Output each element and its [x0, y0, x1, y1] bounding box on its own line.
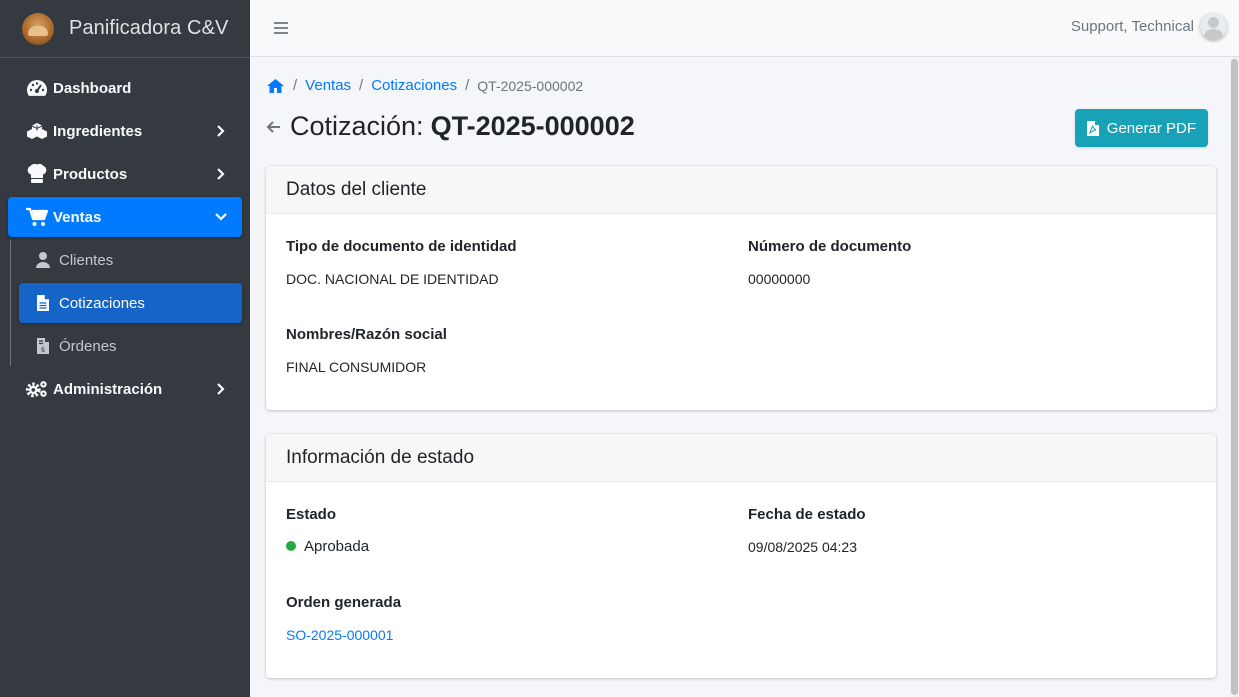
doc-number-value: 00000000	[748, 271, 811, 287]
status-label: Estado	[286, 506, 337, 523]
sidebar-item-label: Administración	[53, 380, 163, 398]
invoice-icon: $	[31, 336, 55, 356]
svg-text:$: $	[41, 346, 45, 354]
card-title: Información de estado	[266, 434, 1216, 482]
generate-pdf-label: Generar PDF	[1106, 119, 1196, 137]
page-title-code: QT-2025-000002	[430, 111, 635, 141]
top-navbar: Support, Technical	[250, 0, 1239, 57]
chef-hat-icon	[25, 164, 49, 184]
breadcrumb: / Ventas / Cotizaciones / QT-2025-000002	[266, 77, 583, 94]
chevron-right-icon	[217, 125, 225, 137]
generate-pdf-button[interactable]: Generar PDF	[1074, 109, 1208, 147]
sidebar: Panificadora C&V Dashboard Ingredientes …	[0, 0, 250, 697]
file-pdf-icon	[1086, 120, 1099, 136]
user-icon	[31, 250, 55, 270]
client-data-card: Datos del cliente Tipo de documento de i…	[266, 166, 1216, 410]
chevron-down-icon	[215, 213, 227, 221]
client-name-value: FINAL CONSUMIDOR	[286, 359, 427, 375]
avatar	[1200, 13, 1227, 40]
doc-type-value: DOC. NACIONAL DE IDENTIDAD	[286, 271, 499, 287]
breadcrumb-cotizaciones[interactable]: Cotizaciones	[371, 77, 457, 94]
cogs-icon	[25, 379, 49, 399]
sidebar-submenu-ventas: Clientes Cotizaciones $ Órdenes	[10, 240, 242, 366]
sidebar-item-administracion[interactable]: Administración	[8, 369, 242, 409]
page-title: Cotización: QT-2025-000002	[266, 111, 635, 142]
sidebar-item-cotizaciones[interactable]: Cotizaciones	[19, 283, 242, 323]
scrollbar-thumb[interactable]	[1231, 59, 1238, 695]
client-name-label: Nombres/Razón social	[286, 326, 447, 343]
cart-icon	[25, 207, 49, 227]
generated-order-link[interactable]: SO-2025-000001	[286, 627, 393, 643]
sidebar-item-dashboard[interactable]: Dashboard	[8, 68, 242, 108]
status-info-card: Información de estado Estado Aprobada Fe…	[266, 434, 1216, 678]
sidebar-item-label: Ventas	[53, 208, 102, 226]
status-badge: Aprobada	[304, 538, 370, 555]
sidebar-item-label: Cotizaciones	[59, 294, 145, 312]
chevron-right-icon	[217, 168, 225, 180]
breadcrumb-separator: /	[359, 77, 364, 94]
sidebar-item-label: Productos	[53, 165, 128, 183]
status-date-value: 09/08/2025 04:23	[748, 539, 857, 555]
sidebar-item-label: Clientes	[59, 251, 114, 269]
page-title-prefix: Cotización:	[290, 111, 424, 141]
back-arrow-icon[interactable]	[266, 119, 282, 135]
status-dot-icon	[286, 541, 296, 551]
breadcrumb-current: QT-2025-000002	[477, 77, 584, 94]
sidebar-item-ingredientes[interactable]: Ingredientes	[8, 111, 242, 151]
brand-logo	[22, 12, 54, 45]
sidebar-item-label: Dashboard	[53, 79, 132, 97]
sidebar-item-clientes[interactable]: Clientes	[19, 240, 242, 280]
user-name: Support, Technical	[1070, 18, 1194, 35]
card-title: Datos del cliente	[266, 166, 1216, 214]
cubes-icon	[25, 121, 49, 141]
brand-name: Panificadora C&V	[69, 17, 229, 39]
breadcrumb-separator: /	[465, 77, 470, 94]
sidebar-nav: Dashboard Ingredientes Productos Ventas	[0, 58, 250, 409]
doc-type-label: Tipo de documento de identidad	[286, 238, 517, 255]
vertical-scrollbar[interactable]	[1230, 57, 1239, 697]
breadcrumb-ventas[interactable]: Ventas	[305, 77, 351, 94]
dashboard-icon	[25, 78, 49, 98]
sidebar-item-productos[interactable]: Productos	[8, 154, 242, 194]
status-date-label: Fecha de estado	[748, 506, 866, 523]
sidebar-item-label: Órdenes	[59, 337, 117, 355]
doc-number-label: Número de documento	[748, 238, 912, 255]
home-icon[interactable]	[266, 78, 285, 94]
sidebar-item-ventas[interactable]: Ventas	[8, 197, 242, 237]
breadcrumb-separator: /	[293, 77, 298, 94]
generated-order-label: Orden generada	[286, 594, 402, 611]
main-content: / Ventas / Cotizaciones / QT-2025-000002…	[250, 57, 1239, 697]
file-icon	[31, 293, 55, 313]
status-value: Aprobada	[286, 538, 369, 555]
sidebar-item-ordenes[interactable]: $ Órdenes	[19, 326, 242, 366]
hamburger-menu-icon[interactable]	[274, 21, 288, 35]
chevron-right-icon	[217, 383, 225, 395]
sidebar-item-label: Ingredientes	[53, 122, 143, 140]
brand-link[interactable]: Panificadora C&V	[0, 0, 250, 58]
user-menu[interactable]: Support, Technical	[1071, 13, 1227, 40]
